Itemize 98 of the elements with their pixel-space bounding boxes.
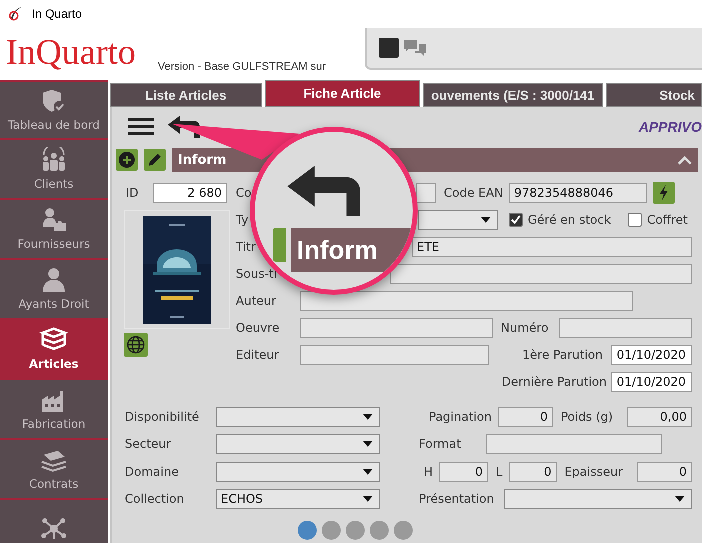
caret-icon [363, 414, 373, 420]
sidebar-item[interactable]: Fabrication [0, 378, 108, 438]
chat-icon [403, 39, 427, 57]
dropdown[interactable] [216, 406, 380, 427]
version-text: Version - Base GULFSTREAM sur [158, 60, 326, 74]
plus-icon [119, 152, 135, 168]
field-label: Domaine [125, 464, 179, 479]
field-label: Auteur [236, 294, 276, 308]
sidebar-item[interactable]: Articles [0, 318, 108, 378]
checkbox-box[interactable] [509, 212, 523, 226]
date-field[interactable]: 01/10/2020 [611, 372, 692, 392]
person-icon [40, 267, 68, 293]
checkbox-label: Géré en stock [528, 212, 612, 226]
subtitle-field[interactable] [390, 264, 692, 284]
field-label: H [424, 464, 434, 479]
sidebar-item[interactable]: Fournisseurs [0, 198, 108, 258]
weight-field[interactable]: 0,00 [627, 406, 692, 427]
tab[interactable]: Liste Articles [110, 83, 262, 107]
checkmark-icon [511, 214, 521, 224]
field-label: 1ère Parution [522, 348, 603, 362]
section-title: Inform [178, 152, 227, 168]
title-field[interactable]: ETE [412, 236, 692, 256]
id-field[interactable]: 2 680 [153, 182, 227, 202]
sidebar-item[interactable]: Tableau de bord [0, 80, 108, 138]
logo: InQuarto [6, 34, 136, 70]
dropdown[interactable] [216, 462, 380, 482]
field-label: ID [126, 186, 139, 200]
pages-field[interactable]: 0 [498, 406, 553, 427]
number-field[interactable] [559, 318, 692, 338]
person-puzzle-icon [40, 207, 68, 233]
checkbox-label: Coffret [647, 212, 688, 226]
caret-icon [363, 496, 373, 502]
page-dot[interactable] [322, 521, 341, 540]
field-label: Epaisseur [564, 464, 624, 479]
sidebar-item[interactable]: Contrats [0, 438, 108, 498]
tab[interactable]: ouvements (E/S : 3000/141 [423, 83, 603, 107]
height-field[interactable]: 0 [439, 462, 488, 482]
caret-icon [481, 216, 491, 222]
date-field[interactable]: 01/10/2020 [611, 344, 692, 364]
checkbox-box[interactable] [628, 212, 642, 226]
feather-icon [8, 6, 24, 22]
format-field[interactable] [486, 434, 662, 454]
field-label: Numéro [501, 320, 549, 334]
back-arrow-icon [285, 166, 363, 216]
lightning-icon [659, 184, 670, 200]
field-label: Titr [236, 240, 256, 254]
field-label: Code EAN [444, 186, 504, 200]
globe-icon [127, 336, 145, 354]
article-title: APPRIVO [638, 119, 702, 135]
generate-button[interactable] [653, 182, 676, 204]
field-label: L [496, 464, 503, 479]
field-label: Présentation [419, 492, 494, 506]
caret-icon [363, 468, 373, 475]
field-label: Secteur [125, 437, 172, 452]
checkbox[interactable]: Coffret [628, 212, 688, 226]
field-label: Co [236, 186, 252, 200]
field-label: Collection [125, 492, 184, 506]
add-button[interactable] [116, 149, 138, 171]
work-field[interactable] [300, 318, 493, 338]
field-label: Poids (g) [560, 410, 614, 424]
page-dot[interactable] [370, 521, 389, 540]
thickness-field[interactable]: 0 [637, 462, 692, 482]
chevron-up-icon [678, 156, 692, 164]
field-label: Ty [236, 212, 249, 226]
field-label: Pagination [429, 410, 492, 424]
books-icon [39, 327, 69, 353]
dropdown[interactable] [418, 210, 498, 230]
field-label: Editeur [236, 348, 280, 362]
dropdown[interactable]: ECHOS [216, 489, 380, 510]
sidebar-item[interactable]: Clients [0, 138, 108, 198]
menu-icon[interactable] [128, 118, 154, 136]
window-title: In Quarto [32, 7, 82, 21]
section-title: Inform [297, 234, 378, 266]
tab[interactable]: Fiche Article [265, 80, 420, 107]
field-label: Sous-ti [236, 266, 278, 280]
page-dot[interactable] [394, 521, 413, 540]
tab[interactable]: Stock [606, 83, 702, 107]
square-icon [379, 38, 399, 58]
field-label: Format [419, 437, 462, 452]
dropdown[interactable] [216, 434, 380, 454]
page-dot[interactable] [298, 521, 317, 540]
dropdown[interactable] [504, 489, 692, 510]
width-field[interactable]: 0 [508, 462, 557, 482]
field-label: Dernière Parution [502, 374, 607, 388]
pencil-icon [147, 152, 163, 168]
author-field[interactable] [300, 290, 633, 310]
shield-check-icon [41, 88, 67, 114]
field-label: Disponibilité [125, 410, 200, 424]
publisher-field[interactable] [300, 344, 489, 364]
page-dot[interactable] [346, 521, 365, 540]
caret-icon [675, 496, 685, 502]
code-field[interactable] [416, 182, 436, 202]
field-label: Oeuvre [236, 320, 280, 334]
web-button[interactable] [124, 333, 148, 357]
caret-icon [363, 441, 373, 448]
ean-field[interactable]: 9782354888046 [509, 182, 648, 202]
network-icon [39, 516, 69, 542]
checkbox[interactable]: Géré en stock [509, 212, 612, 226]
